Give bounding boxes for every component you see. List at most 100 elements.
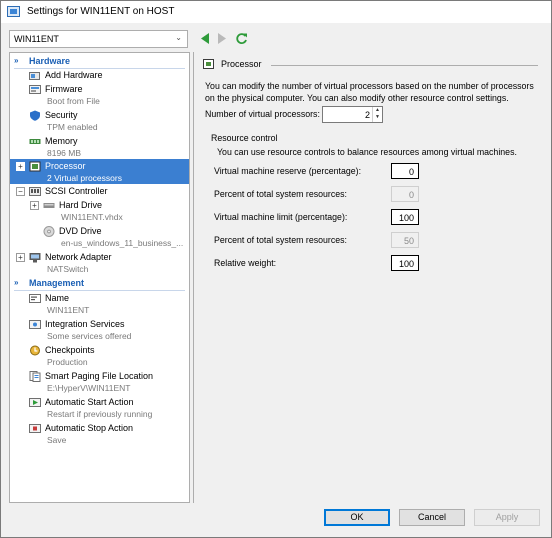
tree-item-sub: WIN11ENT.vhdx: [61, 212, 123, 222]
firmware-icon: [29, 85, 41, 94]
network-adapter-icon: [29, 253, 41, 263]
apply-button[interactable]: Apply: [474, 509, 540, 526]
tree-item-sub: E:\HyperV\WIN11ENT: [47, 383, 131, 393]
vm-selector-value: WIN11ENT: [14, 34, 59, 44]
refresh-icon[interactable]: [235, 32, 249, 45]
tree-item-automatic-start[interactable]: Automatic Start Action Restart if previo…: [10, 395, 189, 421]
pane-splitter[interactable]: [193, 52, 194, 503]
reserve-percent-row: Percent of total system resources: 0: [214, 186, 419, 202]
processor-icon: [29, 161, 41, 172]
vm-reserve-label: Virtual machine reserve (percentage):: [214, 166, 362, 176]
hardware-section-label: Hardware: [29, 56, 71, 66]
num-processors-stepper[interactable]: 2 ▲ ▼: [322, 106, 383, 123]
expand-plus-icon[interactable]: +: [16, 253, 25, 262]
stepper-up-icon[interactable]: ▲: [373, 107, 382, 114]
tree-item-sub: Restart if previously running: [47, 409, 153, 419]
tree-item-hard-drive[interactable]: + Hard Drive WIN11ENT.vhdx: [10, 198, 189, 224]
tree-item-sub: 2 Virtual processors: [47, 173, 122, 183]
processor-icon: [203, 59, 214, 69]
limit-percent-row: Percent of total system resources: 50: [214, 232, 419, 248]
management-section-header[interactable]: » Management: [10, 277, 189, 291]
tree-item-sub: 8196 MB: [47, 148, 82, 158]
tree-item-label: Security: [45, 110, 78, 120]
add-hardware-icon: [29, 72, 40, 80]
hardware-section-header[interactable]: » Hardware: [10, 55, 189, 69]
tree-item-network-adapter[interactable]: + Network Adapter NATSwitch: [10, 250, 189, 276]
tree-item-security[interactable]: Security TPM enabled: [10, 108, 189, 134]
vm-reserve-row: Virtual machine reserve (percentage): 0: [214, 163, 419, 179]
tree-item-processor[interactable]: + Processor 2 Virtual processors: [10, 159, 189, 184]
management-section-label: Management: [29, 278, 85, 288]
reserve-percent-value: 0: [408, 190, 414, 200]
checkpoint-icon: [30, 345, 40, 356]
tree-item-label: SCSI Controller: [45, 186, 108, 196]
forward-arrow-icon[interactable]: [215, 32, 229, 45]
title-bar: Settings for WIN11ENT on HOST: [1, 1, 551, 23]
tree-item-checkpoints[interactable]: Checkpoints Production: [10, 343, 189, 369]
reserve-percent-field: 0: [391, 186, 419, 202]
tree-item-integration-services[interactable]: Integration Services Some services offer…: [10, 317, 189, 343]
tree-item-label: Name: [45, 293, 70, 303]
collapse-minus-icon[interactable]: −: [16, 187, 25, 196]
tree-item-firmware[interactable]: Firmware Boot from File: [10, 82, 189, 108]
collapse-chevron-icon: »: [14, 56, 19, 65]
tree-item-label: Automatic Start Action: [45, 397, 134, 407]
dvd-disc-icon: [43, 226, 55, 237]
limit-percent-label: Percent of total system resources:: [214, 235, 347, 245]
automatic-start-icon: [29, 398, 41, 407]
resource-control-description: You can use resource controls to balance…: [217, 147, 517, 157]
tree-item-sub: Save: [47, 435, 67, 445]
tree-item-label: Processor: [45, 161, 86, 171]
tree-item-label: Add Hardware: [45, 70, 103, 80]
tree-item-sub: WIN11ENT: [47, 305, 90, 315]
chevron-down-icon: ⌄: [175, 33, 182, 42]
tree-item-label: Smart Paging File Location: [45, 371, 154, 381]
settings-window: Settings for WIN11ENT on HOST WIN11ENT ⌄…: [0, 0, 552, 538]
tree-item-label: Memory: [45, 136, 78, 146]
expand-plus-icon[interactable]: +: [16, 162, 25, 171]
vm-limit-input[interactable]: 100: [391, 209, 419, 225]
relative-weight-input[interactable]: 100: [391, 255, 419, 271]
vm-selector-dropdown[interactable]: WIN11ENT ⌄: [9, 30, 188, 48]
stepper-buttons: ▲ ▼: [372, 107, 382, 122]
tree-item-name[interactable]: Name WIN11ENT: [10, 291, 189, 317]
tree-item-scsi-controller[interactable]: − SCSI Controller: [10, 184, 189, 198]
tree-item-automatic-stop[interactable]: Automatic Stop Action Save: [10, 421, 189, 447]
relative-weight-label: Relative weight:: [214, 258, 277, 268]
vm-reserve-value: 0: [408, 167, 414, 177]
limit-percent-value: 50: [403, 236, 414, 246]
expand-plus-icon[interactable]: +: [30, 201, 39, 210]
tree-item-sub: Some services offered: [47, 331, 132, 341]
hard-drive-icon: [43, 203, 55, 208]
stepper-down-icon[interactable]: ▼: [373, 114, 382, 121]
tree-item-sub: Production: [47, 357, 88, 367]
processor-settings-panel: Processor You can modify the number of v…: [195, 52, 545, 503]
tree-item-label: Integration Services: [45, 319, 125, 329]
tree-item-sub: Boot from File: [47, 96, 100, 106]
panel-header: Processor: [203, 58, 538, 72]
vm-limit-value: 100: [398, 213, 414, 223]
tree-item-label: Hard Drive: [59, 200, 103, 210]
vm-reserve-input[interactable]: 0: [391, 163, 419, 179]
tree-item-label: Automatic Stop Action: [45, 423, 134, 433]
tree-item-sub: NATSwitch: [47, 264, 89, 274]
paging-file-icon: [29, 371, 41, 382]
tree-item-sub: TPM enabled: [47, 122, 98, 132]
back-arrow-icon[interactable]: [198, 32, 212, 45]
relative-weight-row: Relative weight: 100: [214, 255, 419, 271]
tree-item-add-hardware[interactable]: Add Hardware: [10, 68, 189, 82]
tree-item-dvd-drive[interactable]: DVD Drive en-us_windows_11_business_...: [10, 224, 189, 250]
vm-limit-row: Virtual machine limit (percentage): 100: [214, 209, 419, 225]
tree-item-memory[interactable]: Memory 8196 MB: [10, 134, 189, 160]
reserve-percent-label: Percent of total system resources:: [214, 189, 347, 199]
shield-icon: [30, 110, 40, 121]
memory-icon: [29, 139, 41, 144]
tree-item-label: Firmware: [45, 84, 83, 94]
ok-button[interactable]: OK: [324, 509, 390, 526]
tree-item-smart-paging[interactable]: Smart Paging File Location E:\HyperV\WIN…: [10, 369, 189, 395]
num-processors-row: Number of virtual processors: 2 ▲ ▼: [205, 106, 535, 123]
num-processors-label: Number of virtual processors:: [205, 109, 320, 119]
tree-item-label: Network Adapter: [45, 252, 112, 262]
resource-control-title: Resource control: [211, 133, 278, 143]
cancel-button[interactable]: Cancel: [399, 509, 465, 526]
